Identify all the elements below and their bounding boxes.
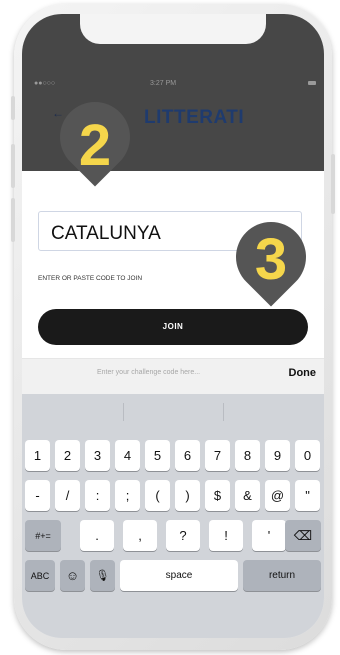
volume-up-button <box>11 144 15 188</box>
numeric-keyboard: 1 2 3 4 5 6 7 8 9 0 - / : ; ( ) $ & @ " … <box>22 394 324 638</box>
marker-number-2: 2 <box>78 113 112 178</box>
signal-indicator: ●●○○○ <box>34 80 56 87</box>
key-7[interactable]: 7 <box>205 440 230 471</box>
code-input-value: CATALUNYA <box>51 223 161 244</box>
key-slash[interactable]: / <box>55 480 80 511</box>
challenge-code-placeholder[interactable]: Enter your challenge code here... <box>97 369 200 376</box>
status-time: 3:27 PM <box>150 80 177 87</box>
key-open-paren[interactable]: ( <box>145 480 170 511</box>
key-quote[interactable]: " <box>295 480 320 511</box>
key-return[interactable]: return <box>243 560 321 591</box>
key-4[interactable]: 4 <box>115 440 140 471</box>
microphone-icon[interactable]: 🎙 <box>90 560 115 591</box>
marker-number-3: 3 <box>254 227 288 292</box>
key-colon[interactable]: : <box>85 480 110 511</box>
suggestion-divider <box>123 403 124 421</box>
app-title: LITTERATI <box>144 107 245 128</box>
key-dollar[interactable]: $ <box>205 480 230 511</box>
key-0[interactable]: 0 <box>295 440 320 471</box>
volume-down-button <box>11 198 15 242</box>
emoji-icon[interactable]: ☺ <box>60 560 85 591</box>
key-5[interactable]: 5 <box>145 440 170 471</box>
mute-switch <box>11 96 15 120</box>
notch <box>80 14 266 44</box>
backspace-icon[interactable]: ⌫ <box>285 520 321 551</box>
phone-screen: ●●○○○ 3:27 PM ← LITTERATI CATALUNYA ENTE… <box>22 14 324 638</box>
key-at[interactable]: @ <box>265 480 290 511</box>
key-space[interactable]: space <box>120 560 238 591</box>
join-button[interactable]: JOIN <box>38 309 308 345</box>
key-exclamation[interactable]: ! <box>209 520 243 551</box>
key-ampersand[interactable]: & <box>235 480 260 511</box>
suggestion-divider <box>223 403 224 421</box>
key-question[interactable]: ? <box>166 520 200 551</box>
key-hyphen[interactable]: - <box>25 480 50 511</box>
key-9[interactable]: 9 <box>265 440 290 471</box>
key-3[interactable]: 3 <box>85 440 110 471</box>
power-button <box>331 154 335 214</box>
key-close-paren[interactable]: ) <box>175 480 200 511</box>
key-8[interactable]: 8 <box>235 440 260 471</box>
key-symbols-toggle[interactable]: #+= <box>25 520 61 551</box>
key-6[interactable]: 6 <box>175 440 200 471</box>
keyboard-accessory-bar: Enter your challenge code here... Done <box>22 358 324 395</box>
done-button[interactable]: Done <box>289 367 317 379</box>
key-comma[interactable]: , <box>123 520 157 551</box>
key-abc[interactable]: ABC <box>25 560 55 591</box>
code-help-text: ENTER OR PASTE CODE TO JOIN <box>38 275 143 282</box>
key-apostrophe[interactable]: ' <box>252 520 286 551</box>
key-period[interactable]: . <box>80 520 114 551</box>
battery-icon <box>308 81 316 85</box>
key-2[interactable]: 2 <box>55 440 80 471</box>
key-1[interactable]: 1 <box>25 440 50 471</box>
key-semicolon[interactable]: ; <box>115 480 140 511</box>
